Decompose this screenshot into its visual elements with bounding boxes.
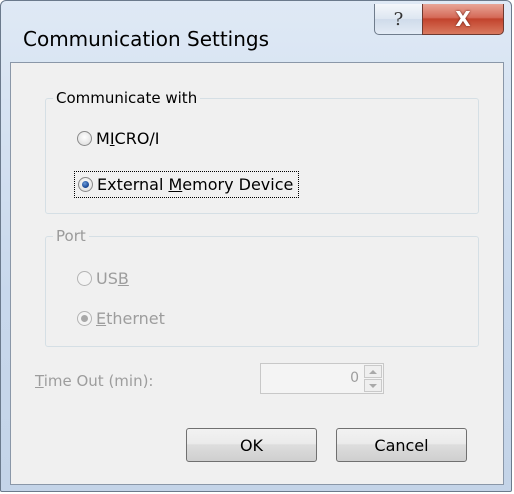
title-bar[interactable]: Communication Settings ? X [1,1,511,61]
port-legend: Port [56,227,86,245]
cancel-button[interactable]: Cancel [336,428,467,462]
radio-external-memory-device-circle[interactable] [78,177,93,192]
radio-micro-i-label: MICRO/I [96,129,160,148]
communication-settings-dialog: Communication Settings ? X Communicate w… [0,0,512,492]
communicate-with-legend: Communicate with [56,89,198,107]
timeout-spinner[interactable]: 0 [260,363,384,394]
help-button[interactable]: ? [374,4,423,35]
spin-up-arrow-icon[interactable] [364,365,382,378]
timeout-label: Time Out (min): [35,372,154,390]
radio-ethernet-label: Ethernet [96,309,165,328]
close-x-icon: X [455,7,471,31]
question-mark-icon: ? [393,8,404,30]
radio-ethernet[interactable]: Ethernet [77,309,165,328]
dialog-title: Communication Settings [23,27,270,51]
radio-external-memory-device[interactable]: External Memory Device [74,171,300,198]
radio-micro-i[interactable]: MICRO/I [77,129,160,148]
radio-micro-i-circle[interactable] [77,131,92,146]
radio-external-memory-device-label: External Memory Device [97,175,294,194]
radio-usb-label: USB [96,269,129,288]
close-button[interactable]: X [422,4,504,35]
dialog-body: Communicate with MICRO/I External Memory… [10,62,504,485]
ok-button[interactable]: OK [186,428,317,462]
radio-usb-circle[interactable] [77,271,92,286]
radio-usb[interactable]: USB [77,269,129,288]
timeout-value: 0 [350,370,359,386]
radio-ethernet-circle[interactable] [77,311,92,326]
spin-down-arrow-icon[interactable] [364,379,382,392]
